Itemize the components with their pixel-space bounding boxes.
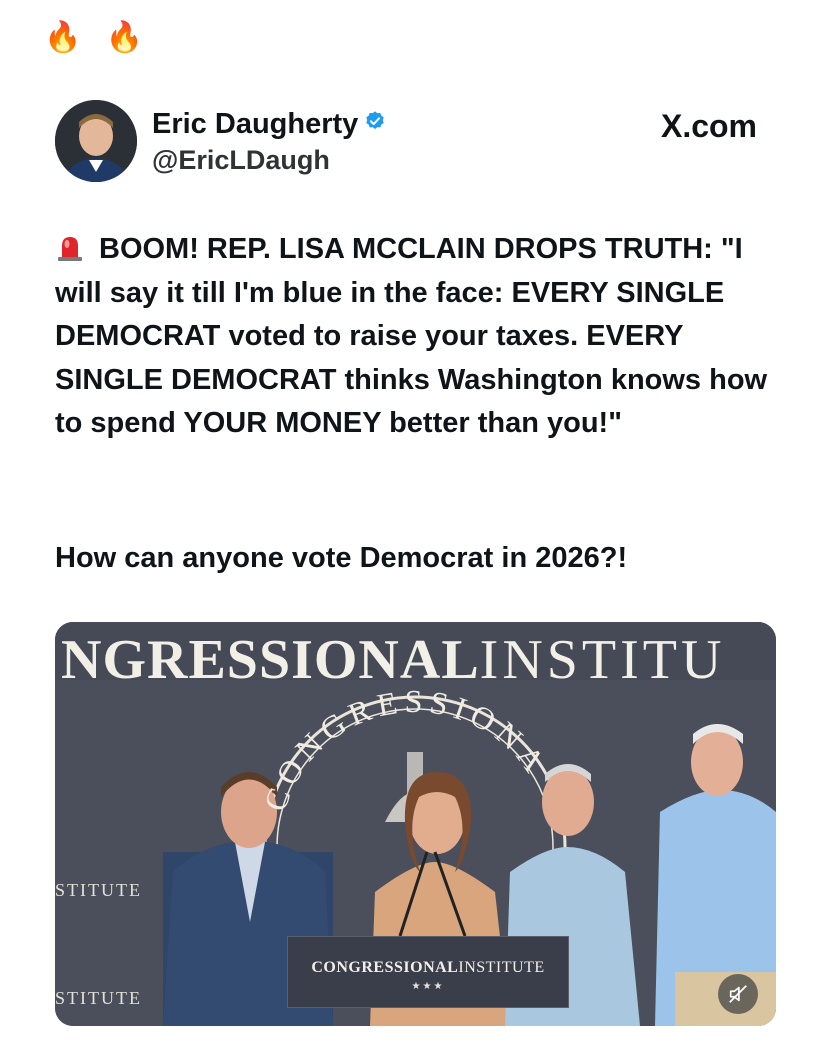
podium: CONGRESSIONALINSTITUTE ★★★	[287, 936, 569, 1008]
source-label: X.com	[660, 108, 757, 144]
user-info: Eric Daugherty @EricLDaugh	[152, 106, 386, 177]
banner-text-thin: INSTITU	[479, 629, 726, 691]
tweet-body: BOOM! REP. LISA MCCLAIN DROPS TRUTH: "I …	[55, 233, 768, 439]
fire-emoji-row: 🔥 🔥	[44, 21, 152, 54]
verified-badge-icon	[364, 105, 386, 141]
siren-icon	[55, 232, 85, 262]
mute-icon	[729, 985, 747, 1003]
side-label-1: STITUTE	[55, 880, 142, 900]
podium-stars: ★★★	[411, 981, 445, 992]
user-handle[interactable]: @EricLDaugh	[152, 143, 386, 177]
tweet-header: Eric Daugherty @EricLDaugh X.com	[55, 100, 775, 190]
avatar[interactable]	[55, 100, 137, 182]
podium-text-bold: CONGRESSIONAL	[311, 959, 459, 976]
side-label-2: STITUTE	[55, 988, 142, 1008]
podium-text-thin: INSTITUTE	[458, 959, 545, 976]
banner-text-bold: NGRESSIONAL	[61, 629, 480, 691]
tweet-text: BOOM! REP. LISA MCCLAIN DROPS TRUTH: "I …	[55, 228, 780, 446]
display-name[interactable]: Eric Daugherty	[152, 106, 386, 143]
banner-backdrop: NGRESSIONALINSTITU	[55, 622, 776, 691]
mute-button[interactable]	[718, 974, 758, 1014]
tweet-question: How can anyone vote Democrat in 2026?!	[55, 542, 628, 574]
video-media[interactable]: NGRESSIONALINSTITU CONGRESSIONA STITUTE …	[55, 622, 776, 1026]
